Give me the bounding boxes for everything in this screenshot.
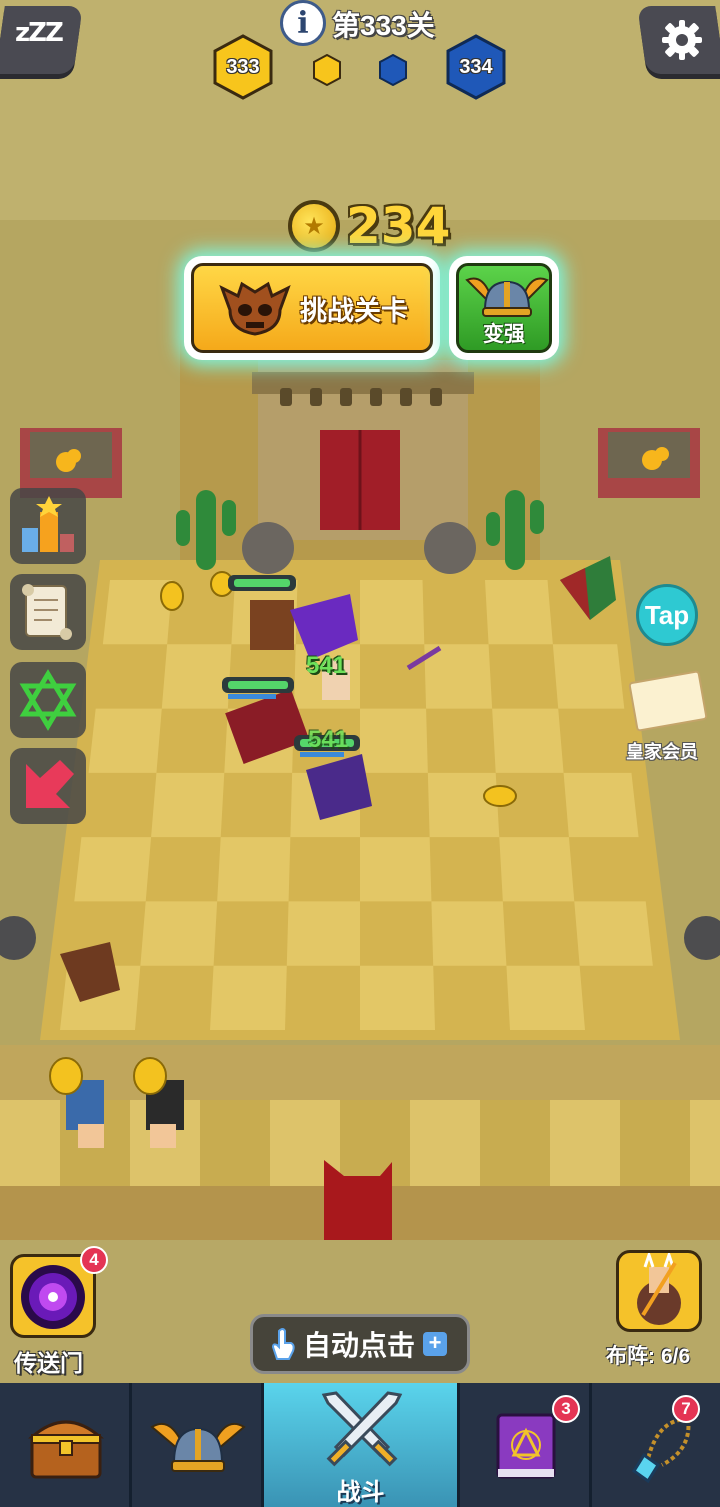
game-screen: 541 541 zZZ i 第333关 333 334 ★ 234 挑战关卡 变… [0,0,720,1507]
coin-icon: ★ [288,200,340,252]
lineup-button[interactable] [616,1250,702,1332]
board-tile [151,772,225,838]
board-tile [217,837,291,902]
settings-button[interactable] [637,6,720,74]
damage-number: 541 [308,726,349,753]
lineup-value: 6/6 [661,1345,691,1368]
info-icon[interactable]: i [280,0,326,46]
board-tile [499,837,575,902]
progress-dot-blue [378,54,408,86]
spellbook-icon [496,1413,556,1479]
board-tile [286,901,360,966]
auto-click-label: 自动点击 [303,1330,416,1361]
board-tile [210,965,287,1030]
portal-badge: 4 [80,1246,108,1274]
spellbook-badge: 3 [552,1395,580,1423]
portal-label: 传送门 [14,1350,83,1376]
tab-spellbook[interactable]: 3 [460,1383,592,1507]
hexagram-icon [19,669,77,731]
board-tile [563,772,639,838]
tab-chest[interactable] [0,1383,132,1507]
tab-hero[interactable] [132,1383,264,1507]
progress-dot-yellow [312,54,342,86]
podium-icon [22,496,74,552]
gear-icon [662,20,702,60]
auto-click-button[interactable]: 自动点击 + [250,1314,470,1374]
ranking-button[interactable] [10,488,86,564]
royal-member-label[interactable]: 皇家会员 [626,738,698,764]
tab-necklace[interactable]: 7 [592,1383,720,1507]
crossed-swords-icon [321,1391,403,1467]
treasure-chest-icon [28,1420,104,1479]
board-tile [431,901,507,966]
bottom-nav: 战斗 3 7 [0,1383,720,1507]
scroll-icon [22,584,72,640]
board-tile [360,708,428,773]
coin-counter: ★ 234 [288,196,450,256]
tap-hand-icon [271,1328,295,1360]
next-level-badge: 334 [445,34,507,100]
current-level-badge: 333 [212,34,274,100]
tap-button[interactable]: Tap [636,584,698,646]
board-tile [88,708,162,773]
upgrade-button[interactable]: 变强 [449,256,559,360]
lineup-label: 布阵: 6/6 [606,1345,691,1368]
sleep-button[interactable]: zZZ [0,6,83,74]
skull-icon [219,281,291,336]
necklace-badge: 7 [672,1395,700,1423]
coin-count: 234 [346,197,451,255]
board-tile [161,644,232,709]
damage-number: 541 [306,652,347,679]
arrow-down-left-icon [26,760,74,808]
board-tile [492,708,564,773]
board-tile [574,901,653,966]
vortex-icon [21,1265,85,1329]
battle-board [0,0,720,1240]
board-tile [485,580,553,645]
board-tile [506,965,585,1030]
map-scroll-button[interactable] [10,574,86,650]
board-tile [140,901,218,966]
winged-helmet-icon [150,1423,246,1472]
level-title: 第333关 [332,10,435,41]
sleep-icon: zZZ [14,18,62,48]
plus-icon[interactable]: + [423,1332,448,1356]
board-tile [552,644,625,709]
tab-battle-label: 战斗 [336,1479,385,1506]
board-tile [360,837,432,902]
board-tile [74,837,152,902]
collapse-arrow-button[interactable] [10,748,86,824]
board-tile [360,580,425,645]
challenge-level-button[interactable]: 挑战关卡 [184,256,440,360]
hero-portrait-icon [637,1253,681,1325]
star-of-david-button[interactable] [10,662,86,738]
tab-battle[interactable]: 战斗 [264,1383,460,1507]
challenge-label: 挑战关卡 [300,295,408,326]
board-tile [360,965,435,1030]
upgrade-label: 变强 [483,323,525,346]
board-tile [427,772,500,838]
